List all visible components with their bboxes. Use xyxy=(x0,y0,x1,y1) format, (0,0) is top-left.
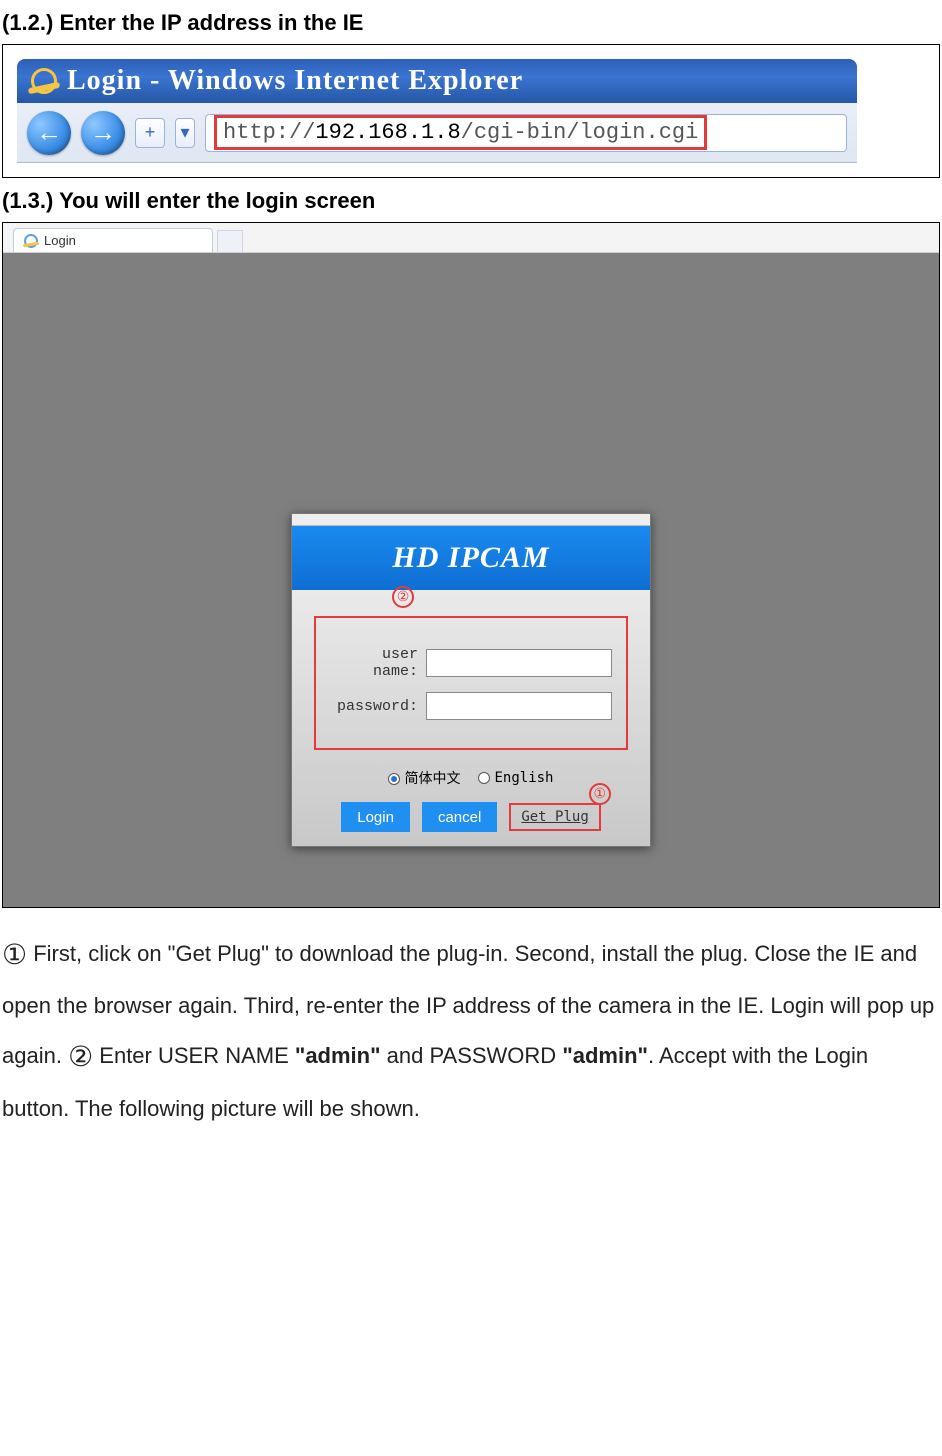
chevron-down-icon: ▾ xyxy=(180,122,189,143)
para-text-2: Enter USER NAME xyxy=(93,1043,295,1068)
forward-button[interactable]: → xyxy=(81,111,125,155)
figure-ie-addressbar: Login - Windows Internet Explorer ← → + … xyxy=(2,44,940,178)
radio-icon xyxy=(388,773,400,785)
button-row: Login cancel ① Get Plug xyxy=(314,802,628,832)
back-button[interactable]: ← xyxy=(27,111,71,155)
username-value: "admin" xyxy=(295,1043,381,1068)
username-label: user name: xyxy=(330,646,418,680)
url-host: 192.168.1.8 xyxy=(315,120,460,145)
card-top-strip xyxy=(292,514,650,526)
page-background: HD IPCAM ② user name: password: xyxy=(3,253,939,907)
heading-1-3: (1.3.) You will enter the login screen xyxy=(2,188,940,214)
ie-titlebar: Login - Windows Internet Explorer xyxy=(17,59,857,103)
password-row: password: xyxy=(330,692,612,720)
ie-favicon-icon xyxy=(24,234,38,248)
lang-cn-label: 简体中文 xyxy=(404,771,460,787)
annotation-badge-2: ② xyxy=(392,586,414,608)
step-marker-1: ① xyxy=(2,926,27,983)
get-plug-link[interactable]: Get Plug xyxy=(521,809,588,825)
get-plug-highlight-box: ① Get Plug xyxy=(509,803,600,831)
username-input[interactable] xyxy=(426,649,612,677)
lang-en-label: English xyxy=(494,770,553,786)
para-text-3: and PASSWORD xyxy=(381,1043,563,1068)
lang-option-cn[interactable]: 简体中文 xyxy=(388,768,460,788)
login-banner: HD IPCAM xyxy=(292,526,650,590)
address-bar[interactable]: http://192.168.1.8/cgi-bin/login.cgi xyxy=(205,114,847,152)
tab-label: Login xyxy=(44,233,76,248)
browser-tab-login[interactable]: Login xyxy=(13,228,213,252)
ie-logo-icon xyxy=(31,68,57,94)
cancel-button[interactable]: cancel xyxy=(422,802,497,832)
address-url-highlight: http://192.168.1.8/cgi-bin/login.cgi xyxy=(214,115,707,150)
login-card: HD IPCAM ② user name: password: xyxy=(291,513,651,847)
url-path: /cgi-bin/login.cgi xyxy=(461,120,699,145)
dropdown-button[interactable]: ▾ xyxy=(175,118,195,148)
password-label: password: xyxy=(330,698,418,715)
browser-tabbar: Login xyxy=(3,223,939,253)
arrow-left-icon: ← xyxy=(36,117,62,148)
favorites-add-button[interactable]: + xyxy=(135,118,165,148)
password-value: "admin" xyxy=(562,1043,648,1068)
figure-login-screen: Login HD IPCAM ② user name: password: xyxy=(2,222,940,908)
ie-toolbar: ← → + ▾ http://192.168.1.8/cgi-bin/login… xyxy=(17,103,857,163)
language-row: 简体中文 English xyxy=(314,768,628,788)
username-row: user name: xyxy=(330,646,612,680)
annotation-badge-1: ① xyxy=(589,783,611,805)
plus-icon: + xyxy=(145,122,156,143)
radio-icon xyxy=(478,772,490,784)
lang-option-en[interactable]: English xyxy=(478,770,553,786)
credentials-highlight-box: user name: password: xyxy=(314,616,628,750)
password-input[interactable] xyxy=(426,692,612,720)
new-tab-button[interactable] xyxy=(217,230,243,252)
heading-1-2: (1.2.) Enter the IP address in the IE xyxy=(2,10,940,36)
ie-window-title: Login - Windows Internet Explorer xyxy=(67,65,523,97)
step-marker-2: ② xyxy=(68,1028,93,1085)
instruction-paragraph: ① First, click on "Get Plug" to download… xyxy=(2,926,940,1131)
login-button[interactable]: Login xyxy=(341,802,410,832)
url-scheme: http:// xyxy=(223,120,315,145)
arrow-right-icon: → xyxy=(90,117,116,148)
